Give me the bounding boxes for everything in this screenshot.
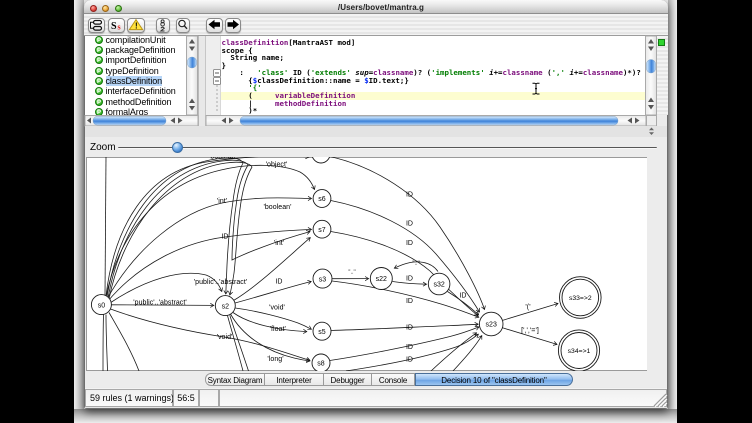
svg-text:s34=>1: s34=>1 [568, 348, 591, 355]
svg-text:'public'..'abstract': 'public'..'abstract' [194, 279, 247, 286]
svg-text:s23: s23 [486, 322, 497, 329]
svg-text:s22: s22 [376, 276, 387, 283]
svg-text:'boolean': 'boolean' [209, 157, 237, 161]
svg-text:ID: ID [406, 298, 413, 305]
svg-text:ID: ID [406, 356, 413, 363]
svg-text:''..'': ''..'' [412, 261, 419, 267]
svg-text:'public'..'abstract': 'public'..'abstract' [133, 299, 186, 306]
svg-text:'int': 'int' [217, 198, 227, 205]
svg-text:s3: s3 [319, 276, 327, 283]
svg-text:ID: ID [406, 240, 413, 247]
svg-text:s2: s2 [222, 303, 230, 310]
svg-text:ID: ID [406, 220, 413, 227]
svg-text:s5: s5 [318, 329, 326, 336]
svg-text:'long': 'long' [267, 356, 283, 363]
svg-text:s6: s6 [318, 196, 326, 203]
svg-text:ID: ID [406, 324, 413, 331]
svg-text:s0: s0 [98, 302, 106, 309]
svg-text:ID: ID [406, 275, 413, 282]
svg-text:ID: ID [406, 344, 413, 351]
svg-text:'int': 'int' [274, 240, 284, 247]
svg-text:s33=>2: s33=>2 [569, 295, 592, 302]
svg-text:'boolean': 'boolean' [263, 204, 291, 211]
svg-text:'float': 'float' [270, 326, 286, 333]
svg-text:'void': 'void' [217, 334, 233, 341]
svg-text:s32: s32 [433, 282, 444, 289]
svg-text:ID: ID [221, 233, 228, 240]
svg-text:'(': '(' [525, 304, 530, 311]
svg-text:[',','=']: [',','='] [521, 327, 539, 334]
svg-text:''..'': ''..'' [348, 270, 355, 276]
svg-text:ID: ID [275, 278, 282, 285]
svg-text:'void': 'void' [269, 304, 285, 311]
svg-text:'object': 'object' [266, 162, 288, 169]
svg-text:s7: s7 [318, 227, 326, 234]
svg-text:s8: s8 [317, 361, 325, 368]
svg-text:ID: ID [406, 191, 413, 198]
svg-text:ID: ID [459, 292, 466, 299]
